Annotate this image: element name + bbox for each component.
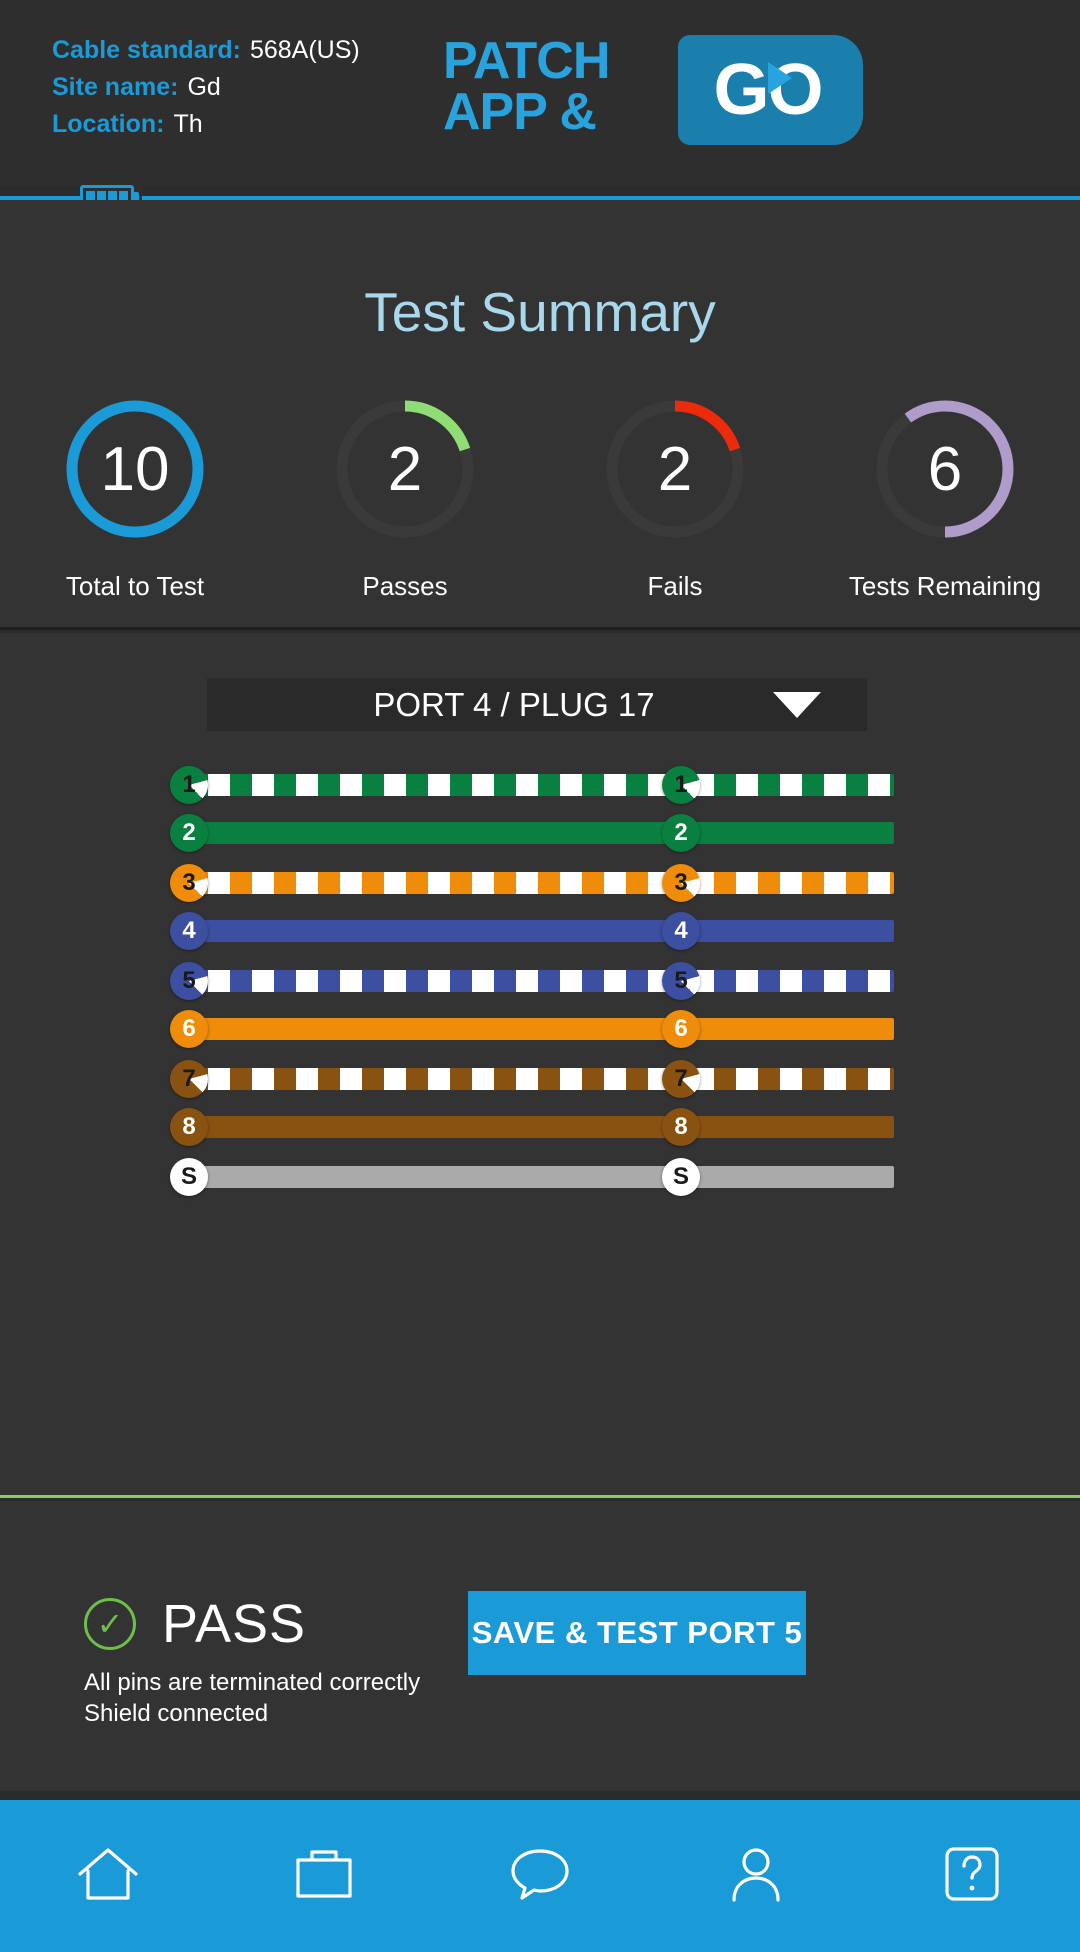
pin-marker-right-7: 7 [662, 1060, 700, 1098]
wire-bar-pin-6 [186, 1018, 894, 1040]
cable-standard-value: 568A(US) [249, 36, 360, 64]
pin-marker-left-7: 7 [170, 1060, 208, 1098]
gauge-label-passes: Passes [362, 571, 448, 601]
person-icon [728, 1846, 784, 1907]
pin-marker-right-5: 5 [662, 962, 700, 1000]
location-label: Location: [52, 110, 165, 138]
wire-row-pin-S: SS [0, 1158, 1080, 1206]
test-summary-panel: Test Summary 10 Total to Test 2 Passes 2… [0, 200, 1080, 630]
wire-bar-pin-3 [186, 872, 894, 894]
wire-bar-pin-2 [186, 822, 894, 844]
logo-wordmark: PATCH APP & [443, 32, 675, 141]
wire-row-pin-1: 11 [0, 766, 1080, 814]
gauge-value-passes: 2 [387, 434, 423, 504]
gauge-value-remaining: 6 [927, 434, 963, 504]
nav-help[interactable] [902, 1821, 1042, 1931]
status-badge: PASS [162, 1594, 307, 1654]
pin-marker-left-5: 5 [170, 962, 208, 1000]
check-circle-icon: ✓ [84, 1598, 136, 1650]
logo-line-1: PATCH [443, 32, 610, 90]
status-detail-line-1: All pins are terminated correctly [84, 1669, 421, 1696]
header-field-location: Location: Th [52, 110, 360, 139]
site-name-value: Gd [187, 73, 221, 101]
wire-row-pin-4: 44 [0, 912, 1080, 960]
save-and-test-button[interactable]: SAVE & TEST PORT 5 [468, 1591, 806, 1675]
wire-bar-pin-S [186, 1166, 894, 1188]
gauge-value-fails: 2 [657, 434, 693, 504]
nav-home[interactable] [38, 1821, 178, 1931]
port-plug-selector[interactable]: PORT 4 / PLUG 17 [207, 678, 867, 731]
app-logo: PATCH APP & GO [443, 32, 863, 146]
pin-marker-right-S: S [662, 1158, 700, 1196]
result-panel: ✓ PASS All pins are terminated correctly… [0, 1501, 1080, 1791]
pin-marker-right-3: 3 [662, 864, 700, 902]
wire-row-pin-6: 66 [0, 1010, 1080, 1058]
wire-bar-pin-8 [186, 1116, 894, 1138]
gauge-passes: 2 Passes [305, 395, 505, 602]
pin-marker-right-6: 6 [662, 1010, 700, 1048]
wire-bar-pin-4 [186, 920, 894, 942]
home-icon [77, 1846, 139, 1907]
chat-icon [510, 1847, 570, 1906]
gauge-label-fails: Fails [647, 571, 703, 601]
pin-marker-left-4: 4 [170, 912, 208, 950]
pin-marker-left-2: 2 [170, 814, 208, 852]
pin-marker-left-8: 8 [170, 1108, 208, 1146]
pin-marker-right-8: 8 [662, 1108, 700, 1146]
wire-bar-pin-5 [186, 970, 894, 992]
cable-standard-label: Cable standard: [52, 36, 241, 64]
gauge-total-to-test: 10 Total to Test [35, 395, 235, 602]
pin-marker-left-3: 3 [170, 864, 208, 902]
help-icon [944, 1846, 1000, 1907]
status-block: ✓ PASS All pins are terminated correctly… [84, 1593, 420, 1729]
wire-list: 1122334455667788SS [0, 766, 1080, 1206]
wire-bar-pin-7 [186, 1068, 894, 1090]
site-name-label: Site name: [52, 73, 179, 101]
bottom-navigation [0, 1800, 1080, 1952]
pin-marker-left-6: 6 [170, 1010, 208, 1048]
gauge-ring-remaining: 6 [871, 395, 1019, 543]
pin-marker-right-1: 1 [662, 766, 700, 804]
wire-row-pin-5: 55 [0, 962, 1080, 1010]
gauge-tests-remaining: 6 Tests Remaining [845, 395, 1045, 602]
wire-row-pin-7: 77 [0, 1060, 1080, 1108]
status-detail-line-2: Shield connected [84, 1700, 269, 1727]
wire-row-pin-2: 22 [0, 814, 1080, 862]
pin-marker-right-2: 2 [662, 814, 700, 852]
wire-row-pin-8: 88 [0, 1108, 1080, 1156]
gauge-ring-passes: 2 [331, 395, 479, 543]
nav-account[interactable] [686, 1821, 826, 1931]
logo-line-2: APP & [443, 83, 597, 141]
wire-row-pin-3: 33 [0, 864, 1080, 912]
app-header: Cable standard: 568A(US) Site name: Gd L… [0, 0, 1080, 186]
chevron-down-icon [773, 691, 821, 718]
header-info: Cable standard: 568A(US) Site name: Gd L… [52, 36, 360, 147]
wire-map-panel: PORT 4 / PLUG 17 1122334455667788SS [0, 633, 1080, 1498]
page-title: Test Summary [364, 281, 716, 343]
pin-marker-left-1: 1 [170, 766, 208, 804]
gauge-label-total: Total to Test [65, 571, 205, 601]
location-value: Th [173, 110, 203, 138]
gauge-value-total: 10 [100, 434, 170, 504]
pin-marker-left-S: S [170, 1158, 208, 1196]
nav-folder[interactable] [254, 1821, 394, 1931]
nav-chat[interactable] [470, 1821, 610, 1931]
gauge-ring-fails: 2 [601, 395, 749, 543]
logo-go-badge: GO [678, 35, 863, 145]
play-icon [768, 62, 792, 94]
pin-marker-right-4: 4 [662, 912, 700, 950]
gauge-fails: 2 Fails [575, 395, 775, 602]
port-plug-label: PORT 4 / PLUG 17 [373, 685, 655, 723]
gauge-label-remaining: Tests Remaining [848, 571, 1042, 601]
gauge-group: 10 Total to Test 2 Passes 2 Fails 6 Test… [0, 395, 1080, 602]
header-field-cable-standard: Cable standard: 568A(US) [52, 36, 360, 65]
gauge-ring-total: 10 [61, 395, 209, 543]
wire-bar-pin-1 [186, 774, 894, 796]
folder-icon [295, 1848, 353, 1905]
header-field-site-name: Site name: Gd [52, 73, 360, 102]
